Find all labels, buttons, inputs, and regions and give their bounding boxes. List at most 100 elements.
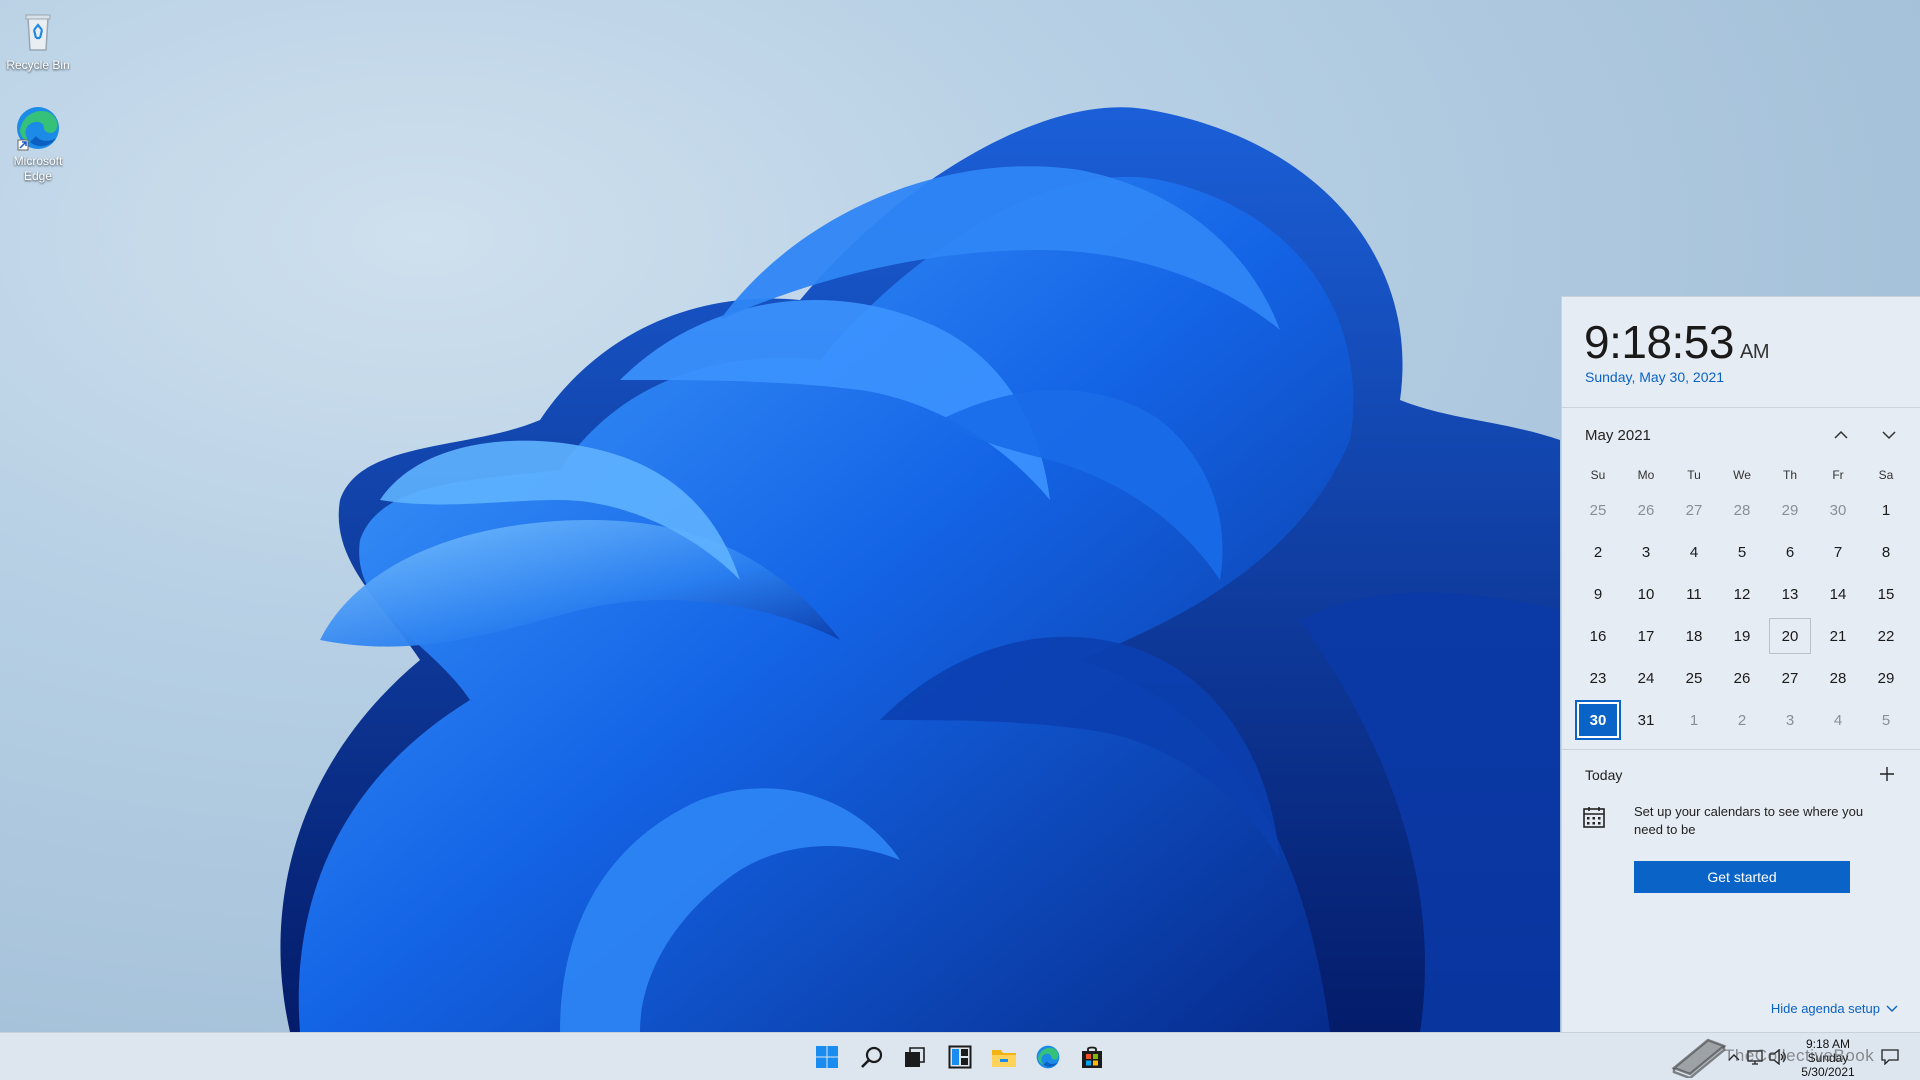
calendar-day[interactable]: 31	[1622, 699, 1670, 741]
calendar-day-number: 12	[1733, 585, 1751, 603]
calendar-day[interactable]: 1	[1670, 699, 1718, 741]
weekday-header-row: Su Mo Tu We Th Fr Sa	[1574, 461, 1912, 489]
next-month-button[interactable]	[1875, 421, 1903, 449]
calendar-day[interactable]: 25	[1574, 489, 1622, 531]
calendar-day[interactable]: 13	[1766, 573, 1814, 615]
calendar-day[interactable]: 29	[1766, 489, 1814, 531]
desktop-icon-recycle-bin[interactable]: Recycle Bin	[0, 8, 76, 73]
calendar-day-number: 1	[1881, 501, 1891, 519]
calendar-day-number: 2	[1737, 711, 1747, 729]
calendar-day[interactable]: 10	[1622, 573, 1670, 615]
add-event-button[interactable]	[1874, 761, 1900, 787]
store-button[interactable]	[1076, 1041, 1108, 1073]
file-explorer-icon	[992, 1050, 1016, 1067]
calendar-day[interactable]: 18	[1670, 615, 1718, 657]
calendar-day[interactable]: 14	[1814, 573, 1862, 615]
calendar-day[interactable]: 25	[1670, 657, 1718, 699]
calendar-day[interactable]: 4	[1670, 531, 1718, 573]
calendar-day-number: 21	[1829, 627, 1847, 645]
calendar-day[interactable]: 27	[1670, 489, 1718, 531]
calendar-day-number: 29	[1877, 669, 1895, 687]
hide-agenda-label: Hide agenda setup	[1770, 1001, 1880, 1016]
calendar-day[interactable]: 28	[1718, 489, 1766, 531]
calendar-day[interactable]: 1	[1862, 489, 1910, 531]
calendar-day-number: 7	[1833, 543, 1843, 561]
calendar-day[interactable]: 24	[1622, 657, 1670, 699]
calendar-day[interactable]: 28	[1814, 657, 1862, 699]
start-icon	[816, 1046, 838, 1068]
file-explorer-button[interactable]	[988, 1041, 1020, 1073]
calendar-day[interactable]: 4	[1814, 699, 1862, 741]
notifications-button[interactable]	[1880, 1047, 1900, 1067]
weekday-label: Sa	[1878, 468, 1894, 482]
calendar-day[interactable]: 17	[1622, 615, 1670, 657]
flyout-date-link[interactable]: Sunday, May 30, 2021	[1585, 369, 1724, 385]
calendar-day-number: 1	[1689, 711, 1699, 729]
calendar-day[interactable]: 9	[1574, 573, 1622, 615]
calendar-day-number: 4	[1689, 543, 1699, 561]
calendar-week-row: 25 26 27 28 29 30 1	[1574, 489, 1912, 531]
calendar-day[interactable]: 19	[1718, 615, 1766, 657]
calendar-day[interactable]: 2	[1574, 531, 1622, 573]
previous-month-button[interactable]	[1827, 421, 1855, 449]
calendar-day[interactable]: 7	[1814, 531, 1862, 573]
calendar-day[interactable]: 16	[1574, 615, 1622, 657]
edge-icon	[14, 104, 62, 152]
desktop-icon-label: Recycle Bin	[6, 58, 70, 72]
calendar-day[interactable]: 8	[1862, 531, 1910, 573]
calendar-day[interactable]: 6	[1766, 531, 1814, 573]
notification-icon	[1881, 1049, 1899, 1065]
month-label[interactable]: May 2021	[1585, 427, 1651, 444]
calendar-day-number: 3	[1785, 711, 1795, 729]
calendar-day-number: 6	[1785, 543, 1795, 561]
calendar-day-number: 29	[1781, 501, 1799, 519]
start-button[interactable]	[811, 1041, 843, 1073]
calendar-day[interactable]: 22	[1862, 615, 1910, 657]
hide-agenda-setup-link[interactable]: Hide agenda setup	[1771, 1001, 1898, 1016]
calendar-day[interactable]: 3	[1622, 531, 1670, 573]
calendar-day-number: 22	[1877, 627, 1895, 645]
store-icon	[1082, 1046, 1102, 1068]
calendar-week-row: 30 31 1 2 3 4 5	[1574, 699, 1912, 741]
calendar-day-hovered[interactable]: 20	[1766, 615, 1814, 657]
calendar-week-row: 16 17 18 19 20 21 22	[1574, 615, 1912, 657]
calendar-day-number: 14	[1829, 585, 1847, 603]
calendar-day-selected[interactable]: 30	[1574, 699, 1622, 741]
calendar-week-row: 9 10 11 12 13 14 15	[1574, 573, 1912, 615]
calendar-day[interactable]: 5	[1718, 531, 1766, 573]
calendar-day[interactable]: 29	[1862, 657, 1910, 699]
agenda-setup-text: Set up your calendars to see where you n…	[1634, 804, 1864, 837]
edge-taskbar-button[interactable]	[1032, 1041, 1064, 1073]
calendar-day[interactable]: 11	[1670, 573, 1718, 615]
edge-icon	[1036, 1045, 1060, 1069]
calendar-day[interactable]: 5	[1862, 699, 1910, 741]
calendar-day[interactable]: 2	[1718, 699, 1766, 741]
task-view-button[interactable]	[899, 1041, 931, 1073]
calendar-day-number: 28	[1829, 669, 1847, 687]
calendar-day[interactable]: 30	[1814, 489, 1862, 531]
calendar-day-number: 26	[1637, 501, 1655, 519]
chevron-up-icon	[1834, 430, 1848, 439]
calendar-day[interactable]: 27	[1766, 657, 1814, 699]
desktop-icon-label: Microsoft Edge	[13, 154, 63, 183]
calendar-day[interactable]: 3	[1766, 699, 1814, 741]
calendar-day[interactable]: 21	[1814, 615, 1862, 657]
search-icon	[861, 1046, 883, 1068]
calendar-day[interactable]: 26	[1718, 657, 1766, 699]
calendar-day-number: 5	[1881, 711, 1891, 729]
calendar-day[interactable]: 12	[1718, 573, 1766, 615]
calendar-flyout: 9:18:53 AM Sunday, May 30, 2021 May 2021 …	[1561, 296, 1920, 1032]
calendar-day-number: 23	[1589, 669, 1607, 687]
get-started-button[interactable]: Get started	[1634, 861, 1850, 893]
desktop-icon-edge[interactable]: Microsoft Edge	[0, 104, 76, 184]
widgets-button[interactable]	[944, 1041, 976, 1073]
search-button[interactable]	[856, 1041, 888, 1073]
calendar-day-number: 25	[1589, 501, 1607, 519]
calendar-day[interactable]: 23	[1574, 657, 1622, 699]
calendar-day-number: 15	[1877, 585, 1895, 603]
task-view-icon	[905, 1047, 925, 1067]
calendar-day[interactable]: 26	[1622, 489, 1670, 531]
chevron-down-icon	[1882, 431, 1896, 440]
calendar-day[interactable]: 15	[1862, 573, 1910, 615]
calendar-day-number: 4	[1833, 711, 1843, 729]
